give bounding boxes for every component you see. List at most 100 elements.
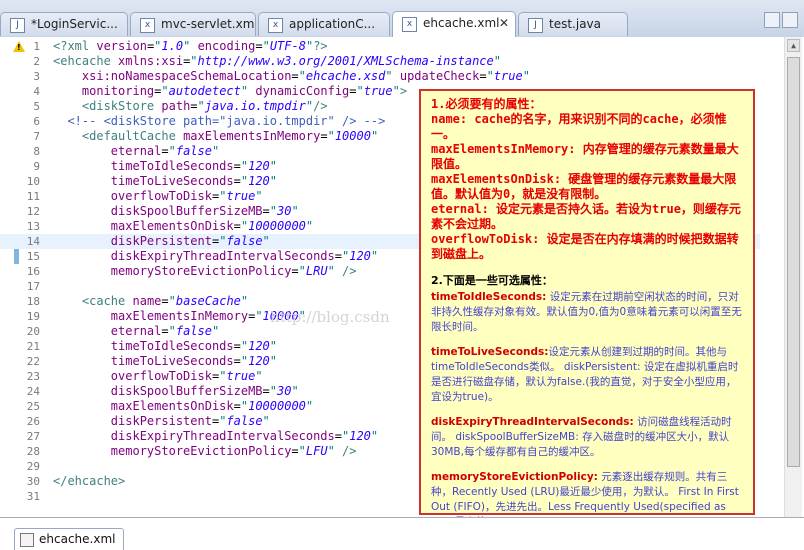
section-key: memoryStoreEvictionPolicy: [431,471,598,483]
tab-application-context[interactable]: x applicationC... [258,12,390,36]
required-item: overflowToDisk: 设定是否在内存填满的时候把数据转到磁盘上。 [431,232,739,261]
line-number: 13 [26,220,40,233]
code-text[interactable]: overflowToDisk="true" [53,189,263,204]
line-number: 25 [26,400,40,413]
code-line[interactable]: 3 xsi:noNamespaceSchemaLocation="ehcache… [0,69,760,84]
line-number: 30 [26,475,40,488]
code-text[interactable]: maxElementsOnDisk="10000000" [53,399,313,414]
code-text[interactable]: diskSpoolBufferSizeMB="30" [53,384,299,399]
code-text[interactable]: <!-- <diskStore path="java.io.tmpdir" />… [53,114,385,129]
code-line[interactable]: 2 <ehcache xmlns:xsi="http://www.w3.org/2… [0,54,760,69]
line-number: 11 [26,190,40,203]
line-number: 15 [26,250,40,263]
code-text[interactable]: eternal="false" [53,324,219,339]
line-number: 22 [26,355,40,368]
required-item: maxElementsInMemory: 内存管理的缓存元素数量最大限值。 [431,142,739,171]
line-number: 1 [33,40,40,53]
section-key: timeToLiveSeconds: [431,346,549,358]
optional-title: 2.下面是一些可选属性： [431,274,553,287]
java-file-icon: J [10,18,25,33]
code-text[interactable]: xsi:noNamespaceSchemaLocation="ehcache.x… [53,69,530,84]
tab-test-java[interactable]: J test.java [518,12,628,36]
code-text[interactable]: eternal="false" [53,144,219,159]
code-text[interactable]: timeToIdleSeconds="120" [53,339,277,354]
line-number: 29 [26,460,40,473]
code-text[interactable]: <diskStore path="java.io.tmpdir"/> [53,99,328,114]
annotation-note: 1.必须要有的属性： name: cache的名字，用来识别不同的cache，必… [419,89,755,528]
code-text[interactable]: timeToIdleSeconds="120" [53,159,277,174]
line-number: 14 [26,235,40,248]
code-text[interactable]: timeToLiveSeconds="120" [53,354,277,369]
java-file-icon: J [528,18,543,33]
tab-label: ehcache.xml [423,16,500,30]
code-text[interactable]: <defaultCache maxElementsInMemory="10000… [53,129,378,144]
xml-file-icon: x [268,18,283,33]
line-number: 2 [33,55,40,68]
line-number: 18 [26,295,40,308]
required-item: name: cache的名字，用来识别不同的cache，必须惟一。 [431,112,727,141]
line-number: 9 [33,160,40,173]
xml-file-icon: x [140,18,155,33]
code-text[interactable]: overflowToDisk="true" [53,369,263,384]
code-text[interactable]: timeToLiveSeconds="120" [53,174,277,189]
line-number: 5 [33,100,40,113]
code-text[interactable]: memoryStoreEvictionPolicy="LRU" /> [53,264,357,279]
code-text[interactable]: <cache name="baseCache" [53,294,248,309]
scrollbar-thumb[interactable] [787,57,800,467]
optional-section: timeToIdleSeconds: 设定元素在过期前空闲状态的时间，只对非持久… [431,290,743,335]
code-text[interactable]: <?xml version="1.0" encoding="UTF-8"?> [53,39,328,54]
scroll-up-icon[interactable]: ▲ [787,39,800,52]
section-key: diskExpiryThreadIntervalSeconds: [431,416,634,428]
line-number: 16 [26,265,40,278]
tab-ehcache-source[interactable]: ehcache.xml [14,528,125,550]
code-text[interactable]: diskExpiryThreadIntervalSeconds="120" [53,429,378,444]
code-text[interactable]: memoryStoreEvictionPolicy="LFU" /> [53,444,357,459]
xml-file-icon: x [402,17,417,32]
optional-section: timeToLiveSeconds:设定元素从创建到过期的时间。其他与timeT… [431,345,743,405]
line-number: 4 [33,85,40,98]
line-number: 24 [26,385,40,398]
code-text[interactable]: diskPersistent="false" [53,234,270,249]
required-item: maxElementsOnDisk: 硬盘管理的缓存元素数量最大限值。默认值为0… [431,172,737,201]
line-number: 19 [26,310,40,323]
bottom-tab-label: ehcache.xml [39,532,116,546]
line-number: 10 [26,175,40,188]
code-text[interactable]: diskSpoolBufferSizeMB="30" [53,204,299,219]
watermark: http://blog.csdn [270,308,390,326]
maximize-icon[interactable] [782,12,798,28]
code-text[interactable]: monitoring="autodetect" dynamicConfig="t… [53,84,407,99]
line-number: 8 [33,145,40,158]
code-text[interactable]: maxElementsInMemory="10000" [53,309,306,324]
minimize-icon[interactable] [764,12,780,28]
optional-section: diskExpiryThreadIntervalSeconds: 访问磁盘线程活… [431,415,743,460]
tab-label: applicationC... [289,17,376,31]
close-icon[interactable]: ✕ [499,16,509,30]
code-text[interactable]: </ehcache> [53,474,125,489]
line-number: 12 [26,205,40,218]
code-text[interactable]: diskExpiryThreadIntervalSeconds="120" [53,249,378,264]
required-title: 1.必须要有的属性： [431,97,542,111]
tab-label: mvc-servlet.xml [161,17,256,31]
bottom-panel: ehcache.xml [0,517,804,550]
line-number: 6 [33,115,40,128]
tab-mvc-servlet[interactable]: x mvc-servlet.xml [130,12,256,36]
tab-ehcache[interactable]: x ehcache.xml ✕ [392,11,516,37]
line-number: 3 [33,70,40,83]
tab-label: *LoginServic... [31,17,118,31]
file-icon [20,533,34,547]
code-line[interactable]: 1 <?xml version="1.0" encoding="UTF-8"?> [0,39,760,54]
code-text[interactable]: maxElementsOnDisk="10000000" [53,219,313,234]
line-number: 7 [33,130,40,143]
code-text[interactable]: <ehcache xmlns:xsi="http://www.w3.org/20… [53,54,501,69]
line-number: 31 [26,490,40,503]
editor-tab-bar: J *LoginServic... x mvc-servlet.xml x ap… [0,0,804,38]
line-number: 21 [26,340,40,353]
line-number: 28 [26,445,40,458]
required-item: eternal: 设定元素是否持久话。若设为true，则缓存元素不会过期。 [431,202,741,231]
section-key: timeToIdleSeconds: [431,291,547,303]
tab-login-service[interactable]: J *LoginServic... [0,12,128,36]
tab-label: test.java [549,17,602,31]
vertical-scrollbar[interactable]: ▲ [784,37,802,517]
line-number: 23 [26,370,40,383]
code-text[interactable]: diskPersistent="false" [53,414,270,429]
